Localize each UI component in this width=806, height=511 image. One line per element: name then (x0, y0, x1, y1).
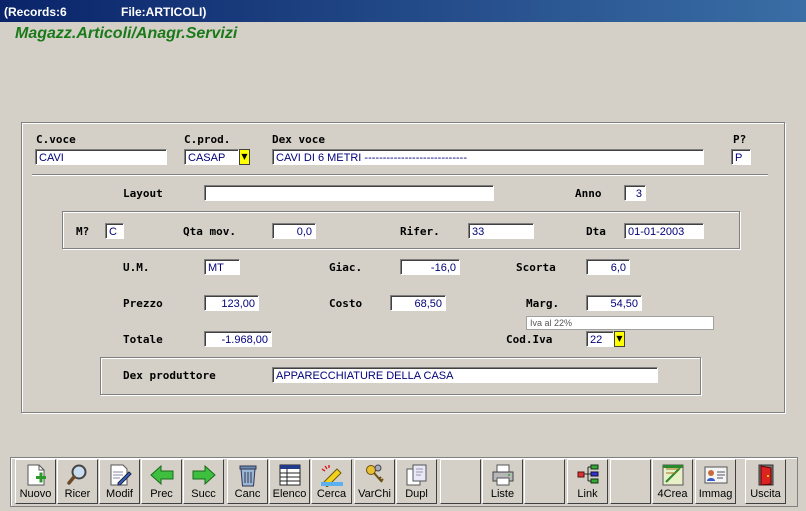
empty-button-1[interactable] (440, 459, 481, 504)
dupl-button[interactable]: Dupl (396, 459, 437, 504)
p-label: P? (733, 133, 747, 146)
file-name: File:ARTICOLI) (121, 5, 207, 19)
new-doc-icon (27, 464, 46, 486)
m-label: M? (76, 225, 90, 238)
um-label: U.M. (123, 261, 150, 274)
cvoce-field[interactable]: CAVI (35, 149, 167, 165)
marg-field[interactable]: 54,50 (586, 295, 642, 311)
cprod-label: C.prod. (184, 133, 231, 146)
dexprod-label: Dex produttore (123, 369, 216, 382)
cprod-field[interactable]: CASAP (184, 149, 239, 165)
marg-label: Marg. (526, 297, 560, 310)
succ-button[interactable]: Succ (183, 459, 224, 504)
link-tree-icon (577, 464, 598, 484)
title-bar: (Records:6 File:ARTICOLI) (0, 0, 806, 22)
cerca-button[interactable]: Cerca (311, 459, 352, 504)
prezzo-label: Prezzo (123, 297, 163, 310)
chevron-down-icon: ▼ (616, 334, 623, 343)
printer-icon (492, 464, 513, 486)
table-icon (279, 464, 300, 486)
nuovo-button[interactable]: Nuovo (15, 459, 56, 504)
codiva-dropdown[interactable]: ▼ (614, 331, 625, 347)
um-field[interactable]: MT (204, 259, 240, 275)
chevron-down-icon: ▼ (241, 152, 248, 161)
p-field[interactable]: P (731, 149, 751, 165)
rifer-field[interactable]: 33 (468, 223, 534, 239)
qtamov-field[interactable]: 0,0 (272, 223, 316, 239)
dexprod-field[interactable]: APPARECCHIATURE DELLA CASA (272, 367, 658, 383)
divider (32, 174, 768, 176)
codiva-field[interactable]: 22 (586, 331, 614, 347)
anno-field[interactable]: 3 (624, 185, 646, 201)
arrow-left-icon (149, 464, 173, 486)
elenco-button[interactable]: Elenco (269, 459, 310, 504)
dexvoce-field[interactable]: CAVI DI 6 METRI ------------------------… (272, 149, 704, 165)
giac-field[interactable]: -16,0 (400, 259, 460, 275)
totale-label: Totale (123, 333, 163, 346)
totale-field[interactable]: -1.968,00 (204, 331, 272, 347)
link-button[interactable]: Link (567, 459, 608, 504)
search-highlight-icon (320, 465, 343, 487)
dta-field[interactable]: 01-01-2003 (624, 223, 704, 239)
trash-icon (239, 465, 256, 487)
dta-label: Dta (586, 225, 606, 238)
4crea-button[interactable]: 4Crea (652, 459, 693, 504)
exit-door-icon (758, 464, 773, 486)
create-icon (662, 464, 683, 486)
canc-button[interactable]: Canc (227, 459, 268, 504)
cprod-dropdown[interactable]: ▼ (239, 149, 250, 165)
iva-note: Iva al 22% (526, 316, 714, 330)
layout-field[interactable] (204, 185, 494, 201)
rifer-label: Rifer. (400, 225, 440, 238)
costo-label: Costo (329, 297, 363, 310)
uscita-button[interactable]: Uscita (745, 459, 786, 504)
qtamov-label: Qta mov. (183, 225, 236, 238)
m-field[interactable]: C (105, 223, 124, 239)
empty-button-2[interactable] (524, 459, 565, 504)
layout-label: Layout (123, 187, 163, 200)
giac-label: Giac. (329, 261, 363, 274)
cvoce-label: C.voce (36, 133, 76, 146)
codiva-label: Cod.Iva (506, 333, 553, 346)
empty-button-3[interactable] (610, 459, 651, 504)
magnifier-icon (66, 464, 86, 485)
edit-doc-icon (110, 464, 132, 486)
scorta-field[interactable]: 6,0 (586, 259, 630, 275)
dexvoce-label: Dex voce (272, 133, 325, 146)
anno-label: Anno (575, 187, 602, 200)
id-card-icon (704, 466, 727, 484)
arrow-right-icon (192, 464, 216, 486)
keys-icon (365, 464, 384, 483)
varchi-button[interactable]: VarChi (354, 459, 395, 504)
duplicate-icon (406, 464, 426, 486)
costo-field[interactable]: 68,50 (390, 295, 446, 311)
scorta-label: Scorta (516, 261, 556, 274)
immag-button[interactable]: Immag (695, 459, 736, 504)
ricer-button[interactable]: Ricer (57, 459, 98, 504)
records-count: (Records:6 (4, 5, 67, 19)
liste-button[interactable]: Liste (482, 459, 523, 504)
modif-button[interactable]: Modif (99, 459, 140, 504)
prec-button[interactable]: Prec (141, 459, 182, 504)
prezzo-field[interactable]: 123,00 (204, 295, 259, 311)
app-title: Magazz.Articoli/Anagr.Servizi (15, 25, 238, 42)
